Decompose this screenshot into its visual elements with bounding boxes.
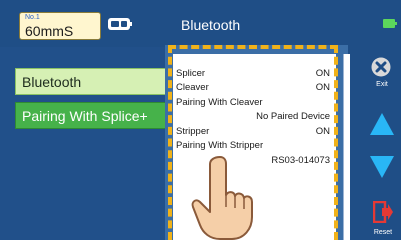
battery-icon bbox=[383, 19, 397, 28]
program-selector[interactable]: No.1 60mmS bbox=[19, 12, 101, 40]
exit-icon[interactable] bbox=[371, 57, 391, 77]
up-arrow-icon[interactable] bbox=[369, 112, 395, 136]
page-title: Bluetooth bbox=[181, 17, 241, 33]
reset-label: Reset bbox=[373, 229, 393, 236]
program-name: 60mmS bbox=[25, 23, 74, 39]
menu-item-bluetooth[interactable]: Bluetooth bbox=[15, 68, 178, 95]
program-number: No.1 bbox=[25, 14, 40, 21]
exit-label: Exit bbox=[376, 81, 388, 88]
scrollbar[interactable] bbox=[343, 54, 350, 240]
menu-item-pairing-with-splice[interactable]: Pairing With Splice+ bbox=[15, 102, 178, 129]
down-arrow-icon[interactable] bbox=[369, 155, 395, 179]
header-bar: No.1 60mmS Bluetooth bbox=[0, 0, 401, 47]
pointing-hand-icon bbox=[191, 156, 253, 240]
reset-icon[interactable] bbox=[373, 201, 393, 223]
cleaver-icon bbox=[108, 18, 132, 30]
